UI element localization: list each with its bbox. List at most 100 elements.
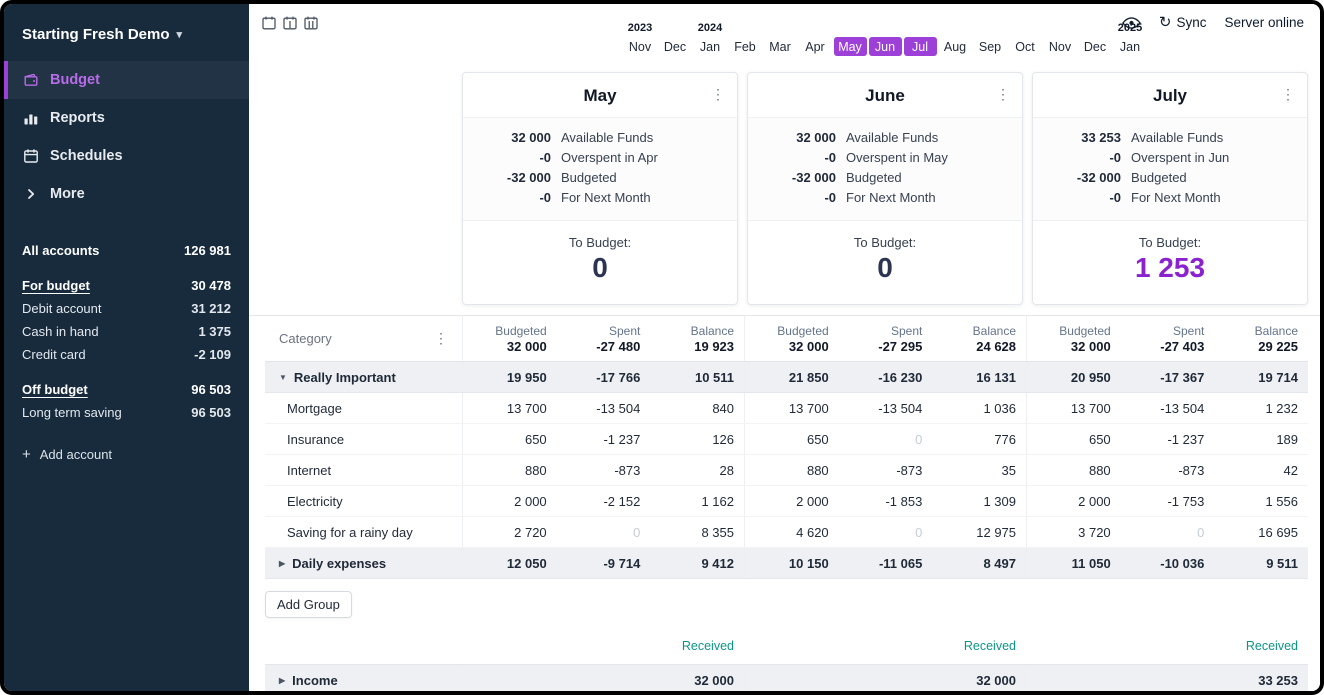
category-name-cell[interactable]: Insurance xyxy=(265,424,462,454)
budgeted-cell[interactable]: 650 xyxy=(463,432,557,447)
sidebar-item-schedules[interactable]: Schedules xyxy=(4,137,249,175)
category-row-mortgage[interactable]: Mortgage13 700-13 50484013 700-13 5041 0… xyxy=(265,393,1308,424)
timeline-month-sep-10[interactable]: Sep xyxy=(973,22,1008,56)
balance-cell[interactable]: 42 xyxy=(1214,463,1308,478)
category-name-cell[interactable]: ▼Really Important xyxy=(265,362,462,392)
toggle-expanded-icon[interactable]: ▼ xyxy=(279,373,287,382)
budgeted-cell[interactable]: 11 050 xyxy=(1027,556,1121,571)
timeline-month-aug-9[interactable]: Aug xyxy=(938,22,973,56)
account-row-for-budget[interactable]: For budget30 478 xyxy=(4,274,249,297)
one-month-view-icon[interactable] xyxy=(262,16,276,30)
budgeted-cell[interactable]: 650 xyxy=(745,432,839,447)
balance-cell[interactable]: 10 511 xyxy=(650,370,744,385)
budgeted-cell[interactable]: 19 950 xyxy=(463,370,557,385)
balance-cell[interactable]: 9 511 xyxy=(1214,556,1308,571)
sidebar-item-reports[interactable]: Reports xyxy=(4,99,249,137)
spent-cell[interactable]: -873 xyxy=(557,463,651,478)
balance-cell[interactable]: 8 497 xyxy=(932,556,1026,571)
spent-cell[interactable]: -1 237 xyxy=(1121,432,1215,447)
budgeted-cell[interactable]: 880 xyxy=(1027,463,1121,478)
spent-cell[interactable]: -17 367 xyxy=(1121,370,1215,385)
balance-cell[interactable]: 1 232 xyxy=(1214,401,1308,416)
category-name-cell[interactable]: Mortgage xyxy=(265,393,462,423)
budget-file-switcher[interactable]: Starting Fresh Demo ▾ xyxy=(4,4,249,61)
spent-cell[interactable]: 0 xyxy=(839,432,933,447)
balance-cell[interactable]: 776 xyxy=(932,432,1026,447)
category-row-electricity[interactable]: Electricity2 000-2 1521 1622 000-1 8531 … xyxy=(265,486,1308,517)
spent-cell[interactable]: -17 766 xyxy=(557,370,651,385)
toggle-collapsed-icon[interactable]: ▶ xyxy=(279,559,285,568)
balance-cell[interactable]: 126 xyxy=(650,432,744,447)
balance-cell[interactable]: 1 309 xyxy=(932,494,1026,509)
category-row-internet[interactable]: Internet880-87328880-87335880-87342 xyxy=(265,455,1308,486)
income-category-cell[interactable]: ▶Income xyxy=(265,665,462,691)
spent-cell[interactable]: -13 504 xyxy=(839,401,933,416)
spent-cell[interactable]: -9 714 xyxy=(557,556,651,571)
timeline-month-jun-7[interactable]: Jun xyxy=(868,22,903,56)
spent-cell[interactable]: -1 853 xyxy=(839,494,933,509)
budgeted-cell[interactable]: 880 xyxy=(745,463,839,478)
spent-cell[interactable]: -1 237 xyxy=(557,432,651,447)
budgeted-cell[interactable]: 650 xyxy=(1027,432,1121,447)
add-group-button[interactable]: Add Group xyxy=(265,591,352,618)
timeline-month-dec-13[interactable]: Dec xyxy=(1078,22,1113,56)
spent-cell[interactable]: 0 xyxy=(839,525,933,540)
spent-cell[interactable]: -1 753 xyxy=(1121,494,1215,509)
balance-cell[interactable]: 1 036 xyxy=(932,401,1026,416)
balance-cell[interactable]: 16 695 xyxy=(1214,525,1308,540)
balance-cell[interactable]: 8 355 xyxy=(650,525,744,540)
spent-cell[interactable]: -10 036 xyxy=(1121,556,1215,571)
balance-cell[interactable]: 189 xyxy=(1214,432,1308,447)
balance-cell[interactable]: 840 xyxy=(650,401,744,416)
account-row-off-budget[interactable]: Off budget96 503 xyxy=(4,378,249,401)
month-menu-icon[interactable]: ⋮ xyxy=(996,86,1010,103)
timeline-month-apr-5[interactable]: Apr xyxy=(798,22,833,56)
spent-cell[interactable]: 0 xyxy=(557,525,651,540)
balance-cell[interactable]: 12 975 xyxy=(932,525,1026,540)
timeline-month-may-6[interactable]: May xyxy=(833,22,868,56)
spent-cell[interactable]: -13 504 xyxy=(557,401,651,416)
account-row-credit-card[interactable]: Credit card-2 109 xyxy=(4,343,249,366)
budgeted-cell[interactable]: 13 700 xyxy=(463,401,557,416)
spent-cell[interactable]: -873 xyxy=(1121,463,1215,478)
budgeted-cell[interactable]: 21 850 xyxy=(745,370,839,385)
balance-cell[interactable]: 9 412 xyxy=(650,556,744,571)
category-name-cell[interactable]: Saving for a rainy day xyxy=(265,517,462,547)
budgeted-cell[interactable]: 2 000 xyxy=(745,494,839,509)
category-row-daily-expenses[interactable]: ▶Daily expenses12 050-9 7149 41210 150 -1… xyxy=(265,548,1308,579)
sidebar-item-more[interactable]: More xyxy=(4,175,249,213)
to-budget-value[interactable]: 0 xyxy=(592,252,608,284)
timeline-month-nov-0[interactable]: 2023Nov xyxy=(623,22,658,56)
to-budget-value[interactable]: 0 xyxy=(877,252,893,284)
spent-cell[interactable]: -2 152 xyxy=(557,494,651,509)
budgeted-cell[interactable]: 3 720 xyxy=(1027,525,1121,540)
timeline-month-oct-11[interactable]: Oct xyxy=(1008,22,1043,56)
budgeted-cell[interactable]: 4 620 xyxy=(745,525,839,540)
timeline-month-nov-12[interactable]: Nov xyxy=(1043,22,1078,56)
category-row-insurance[interactable]: Insurance650-1 2371266500776650-1 237189 xyxy=(265,424,1308,455)
budgeted-cell[interactable]: 2 720 xyxy=(463,525,557,540)
account-row-cash-in-hand[interactable]: Cash in hand1 375 xyxy=(4,320,249,343)
toggle-collapsed-icon[interactable]: ▶ xyxy=(279,676,285,685)
account-row-debit-account[interactable]: Debit account31 212 xyxy=(4,297,249,320)
timeline-month-jul-8[interactable]: Jul xyxy=(903,22,938,56)
income-value[interactable]: 32 000 xyxy=(463,673,744,688)
spent-cell[interactable]: -16 230 xyxy=(839,370,933,385)
month-menu-icon[interactable]: ⋮ xyxy=(1281,86,1295,103)
two-month-view-icon[interactable] xyxy=(283,16,297,30)
budgeted-cell[interactable]: 10 150 xyxy=(745,556,839,571)
to-budget-value[interactable]: 1 253 xyxy=(1135,252,1205,284)
balance-cell[interactable]: 16 131 xyxy=(932,370,1026,385)
budgeted-cell[interactable]: 12 050 xyxy=(463,556,557,571)
category-menu-icon[interactable]: ⋮ xyxy=(434,330,448,347)
spent-cell[interactable]: 0 xyxy=(1121,525,1215,540)
timeline-month-mar-4[interactable]: Mar xyxy=(763,22,798,56)
balance-cell[interactable]: 28 xyxy=(650,463,744,478)
spent-cell[interactable]: -13 504 xyxy=(1121,401,1215,416)
category-row-saving-for-a-rainy-day[interactable]: Saving for a rainy day2 72008 3554 62001… xyxy=(265,517,1308,548)
add-account-button[interactable]: + Add account xyxy=(4,424,249,485)
income-row[interactable]: ▶Income32 00032 00033 253 xyxy=(265,664,1308,691)
sync-button[interactable]: ↻ Sync xyxy=(1159,15,1207,30)
category-name-cell[interactable]: ▶Daily expenses xyxy=(265,548,462,578)
timeline-month-dec-1[interactable]: Dec xyxy=(658,22,693,56)
